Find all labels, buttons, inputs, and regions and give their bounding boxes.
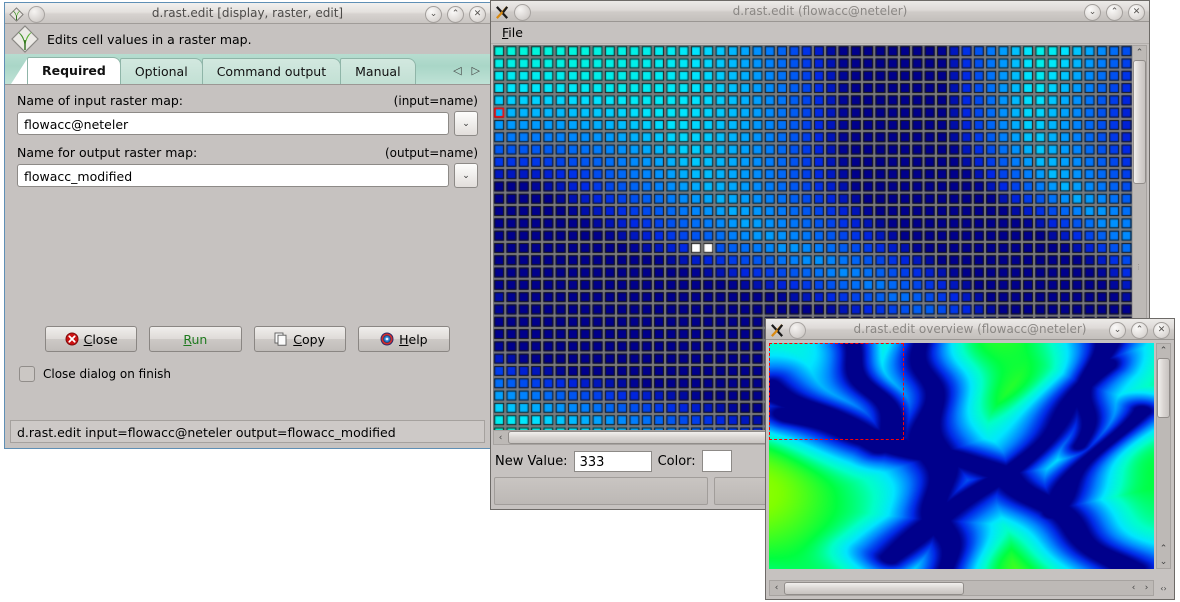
input-map-label-row: Name of input raster map: (input=name) <box>17 93 478 108</box>
scroll-left-arrow-icon-2[interactable]: ‹ <box>1127 582 1140 595</box>
raster-vscroll-thumb[interactable] <box>1133 60 1146 184</box>
error-circle-icon <box>65 332 79 346</box>
minimize-button[interactable]: ⌄ <box>1109 322 1126 339</box>
overview-horizontal-scrollbar[interactable]: ‹ ‹ › <box>769 580 1154 596</box>
input-map-row: flowacc@neteler ⌄ <box>17 111 478 136</box>
maximize-button[interactable]: ⌃ <box>447 6 464 23</box>
output-map-row: flowacc_modified ⌄ <box>17 163 478 188</box>
raster-titlebar-buttons: ⌄ ⌃ ✕ <box>1084 4 1145 21</box>
lifering-icon <box>380 332 394 346</box>
copy-button-label: Copy <box>293 331 325 347</box>
command-statusbar: d.rast.edit input=flowacc@neteler output… <box>10 420 485 443</box>
tab-strip: Required Optional Command output Manual … <box>5 54 490 85</box>
raster-bottom-button-1[interactable] <box>494 477 708 505</box>
scroll-up-arrow-icon-2[interactable]: ⌃ <box>1157 542 1170 555</box>
overview-window: d.rast.edit overview (flowacc@neteler) ⌄… <box>765 318 1175 600</box>
maximize-button[interactable]: ⌃ <box>1131 322 1148 339</box>
grass-module-icon <box>11 25 39 53</box>
scroll-right-arrow-icon[interactable]: › <box>1140 582 1153 595</box>
raster-menubar: File <box>491 22 1149 44</box>
raster-titlebar[interactable]: d.rast.edit (flowacc@neteler) ⌄ ⌃ ✕ <box>491 1 1149 22</box>
minimize-button[interactable]: ⌄ <box>425 6 442 23</box>
scroll-up-arrow-icon[interactable]: ⌃ <box>1157 344 1170 357</box>
close-on-finish-label: Close dialog on finish <box>43 367 172 381</box>
tab-command-output[interactable]: Command output <box>201 58 342 84</box>
overview-titlebar-buttons: ⌄ ⌃ ✕ <box>1109 322 1170 339</box>
dialog-window: d.rast.edit [display, raster, edit] ⌄ ⌃ … <box>4 2 491 449</box>
input-map-label: Name of input raster map: <box>17 93 183 108</box>
minimize-button[interactable]: ⌄ <box>1084 4 1101 21</box>
scroll-left-arrow-icon[interactable]: ‹ <box>770 582 783 595</box>
input-map-hint: (input=name) <box>393 94 478 108</box>
dialog-description: Edits cell values in a raster map. <box>47 31 252 47</box>
close-on-finish-checkbox[interactable] <box>19 366 35 382</box>
color-label: Color: <box>657 453 696 469</box>
tab-nav-arrows: ◁ ▷ <box>447 58 486 82</box>
input-map-dropdown-icon[interactable]: ⌄ <box>454 111 478 136</box>
titlebar-buttons: ⌄ ⌃ ✕ <box>425 6 486 23</box>
tab-prev-arrow-icon[interactable]: ◁ <box>453 64 461 77</box>
maximize-button[interactable]: ⌃ <box>1106 4 1123 21</box>
output-map-hint: (output=name) <box>384 146 478 160</box>
run-button-label: Run <box>183 331 208 347</box>
tab-strip-skew <box>11 59 27 84</box>
overview-hscroll-thumb[interactable] <box>784 581 964 595</box>
close-button[interactable]: ✕ <box>469 6 486 23</box>
resize-grip-icon[interactable]: ‹› <box>1156 580 1171 596</box>
close-button[interactable]: ✕ <box>1128 4 1145 21</box>
scroll-up-arrow-icon[interactable]: ⌃ <box>1133 46 1146 59</box>
overview-map-wrap[interactable] <box>769 343 1154 569</box>
output-map-label: Name for output raster map: <box>17 145 198 160</box>
overview-titlebar[interactable]: d.rast.edit overview (flowacc@neteler) ⌄… <box>766 319 1174 340</box>
scroll-left-arrow-icon[interactable]: ‹ <box>494 431 507 444</box>
copy-icon <box>274 332 288 346</box>
copy-button[interactable]: Copy <box>253 326 346 352</box>
tab-next-arrow-icon[interactable]: ▷ <box>472 64 480 77</box>
overview-vscroll-thumb[interactable] <box>1157 358 1170 418</box>
close-button-label: Close <box>83 331 118 347</box>
dialog-form: Name of input raster map: (input=name) f… <box>5 85 490 326</box>
output-map-label-row: Name for output raster map: (output=name… <box>17 145 478 160</box>
input-map-field[interactable]: flowacc@neteler <box>17 112 449 135</box>
scroll-down-arrow-icon[interactable]: ⌄ <box>1157 555 1170 568</box>
overview-vertical-scrollbar[interactable]: ⌃ ⌃ ⌄ <box>1156 343 1171 569</box>
tab-optional[interactable]: Optional <box>119 58 203 84</box>
tab-manual[interactable]: Manual <box>340 58 416 84</box>
close-on-finish-row[interactable]: Close dialog on finish <box>5 352 490 382</box>
new-value-label: New Value: <box>495 453 568 469</box>
run-button[interactable]: Run <box>149 326 242 352</box>
overview-map-canvas[interactable] <box>769 343 1154 569</box>
dialog-description-row: Edits cell values in a raster map. <box>5 24 490 54</box>
dialog-button-row: Close Run Copy Help <box>5 326 490 352</box>
tab-required[interactable]: Required <box>27 57 121 84</box>
dialog-title: d.rast.edit [display, raster, edit] <box>151 6 344 20</box>
raster-vscroll-grip: ⋮ <box>1135 263 1142 271</box>
output-map-field[interactable]: flowacc_modified <box>17 164 449 187</box>
new-value-input[interactable]: 333 <box>573 450 652 472</box>
output-map-dropdown-icon[interactable]: ⌄ <box>454 163 478 188</box>
close-button[interactable]: ✕ <box>1153 322 1170 339</box>
raster-title: d.rast.edit (flowacc@neteler) <box>732 4 908 18</box>
menu-file[interactable]: File <box>499 24 526 41</box>
help-button[interactable]: Help <box>357 326 450 352</box>
close-button[interactable]: Close <box>45 326 138 352</box>
dialog-titlebar[interactable]: d.rast.edit [display, raster, edit] ⌄ ⌃ … <box>5 3 490 24</box>
help-button-label: Help <box>399 331 428 347</box>
color-swatch[interactable] <box>701 450 732 472</box>
